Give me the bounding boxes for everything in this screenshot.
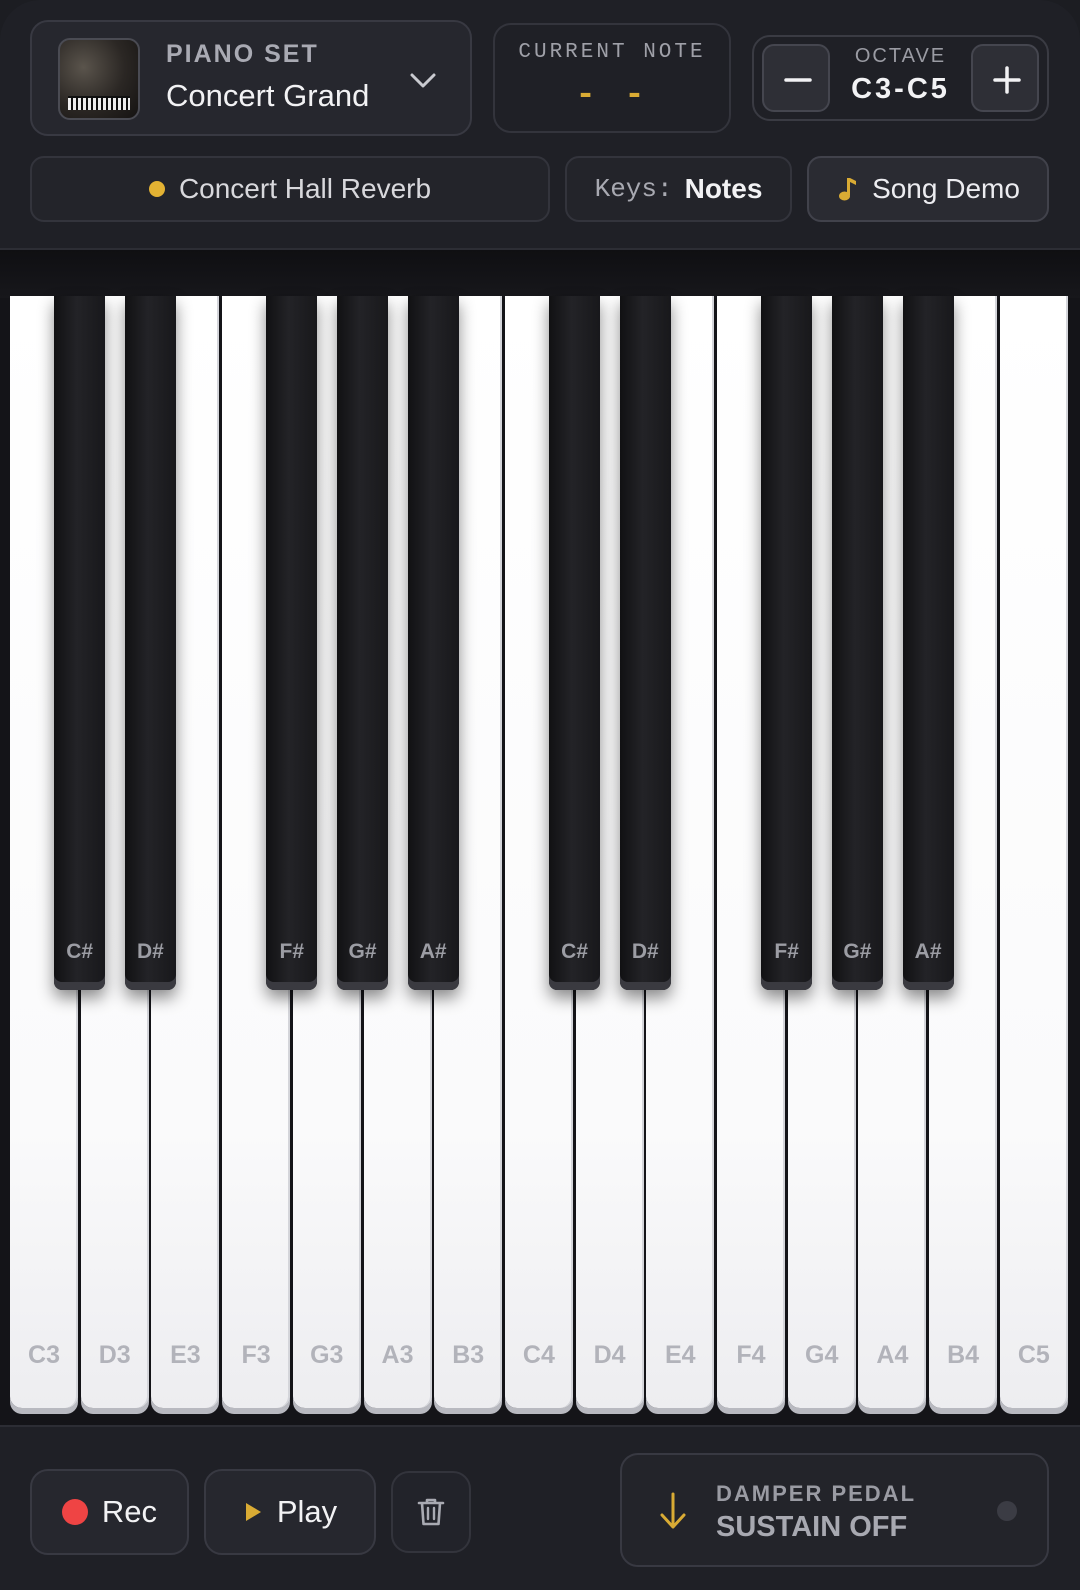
white-key-label: A4 [876,1341,909,1369]
octave-up-button[interactable] [971,44,1039,112]
keybed [0,250,1080,298]
octave-down-button[interactable] [762,44,830,112]
trash-icon [417,1498,445,1526]
black-key[interactable]: D# [619,296,671,990]
current-note-label: CURRENT NOTE [518,41,706,64]
black-key[interactable]: C# [549,296,601,990]
octave-value: C3-C5 [851,73,950,105]
pedal-status-led [997,1501,1017,1521]
black-key-label: D# [136,940,164,963]
white-key-label: F4 [736,1341,766,1369]
white-key-label: A3 [381,1341,414,1369]
black-key-label: F# [774,940,799,963]
black-key[interactable]: G# [337,296,388,990]
white-key-label: B4 [947,1341,980,1369]
record-icon [61,1499,88,1525]
piano-set-selector[interactable]: PIANO SET Concert Grand [30,20,472,136]
reverb-status-dot [148,181,165,197]
white-key-label: F3 [241,1341,271,1369]
black-key-label: A# [419,940,447,963]
black-key-label: A# [914,940,942,963]
black-key[interactable]: G# [831,296,883,990]
play-label: Play [276,1494,338,1529]
damper-pedal-label: DAMPER PEDAL [716,1481,917,1506]
current-note-value: - - [575,77,649,115]
white-key-label: C5 [1017,1341,1050,1369]
piano-app: PIANO SET Concert Grand CURRENT NOTE - -… [0,0,1080,1590]
white-key-label: E4 [665,1341,696,1369]
keys-label: Keys: [594,174,673,204]
damper-pedal-value: SUSTAIN OFF [716,1511,908,1543]
black-key[interactable]: D# [124,296,176,990]
arrow-down-icon [660,1492,686,1529]
black-key-label: C# [561,940,589,963]
minus-icon [784,78,812,82]
piano-set-label: PIANO SET [166,40,319,68]
black-key[interactable]: F# [761,296,813,990]
keys-value: Notes [684,173,763,204]
reverb-toggle[interactable]: Concert Hall Reverb [30,156,550,222]
white-key-label: C3 [28,1341,60,1369]
chevron-down-icon [410,73,436,88]
white-key-label: E3 [170,1341,201,1369]
piano-thumbnail [58,38,140,120]
key-labels-toggle[interactable]: Keys: Notes [565,156,792,222]
black-key[interactable]: A# [407,296,459,990]
white-key-label: G3 [310,1341,344,1369]
white-key[interactable]: C5 [999,296,1068,1408]
white-key-label: C4 [522,1341,555,1369]
plus-icon [993,66,1021,94]
black-key-label: C# [66,940,94,963]
white-key-label: D3 [98,1341,131,1369]
current-note-display: CURRENT NOTE - - [493,23,731,133]
white-key-label: B3 [452,1341,485,1369]
black-key-label: G# [348,940,377,963]
reverb-label: Concert Hall Reverb [178,173,432,204]
control-panel: PIANO SET Concert Grand CURRENT NOTE - -… [0,0,1080,250]
octave-control: OCTAVE C3-C5 [752,35,1049,121]
delete-recording-button[interactable] [391,1471,471,1553]
record-button[interactable]: Rec [30,1469,189,1555]
white-key-label: D4 [593,1341,626,1369]
transport-bar: Rec Play DAMPER PEDAL SUSTAIN OFF [0,1425,1080,1590]
black-key-label: D# [631,940,659,963]
damper-pedal-toggle[interactable]: DAMPER PEDAL SUSTAIN OFF [620,1453,1049,1567]
black-key-label: F# [279,940,305,963]
play-icon [245,1503,261,1521]
song-demo-button[interactable]: Song Demo [807,156,1049,222]
black-key-label: G# [843,940,872,963]
black-key[interactable]: A# [902,296,954,990]
music-note-icon [839,178,857,201]
octave-label: OCTAVE [854,45,947,67]
piano-set-value: Concert Grand [166,78,370,113]
play-button[interactable]: Play [204,1469,376,1555]
record-label: Rec [101,1494,158,1529]
black-key[interactable]: C# [54,296,106,990]
song-demo-label: Song Demo [872,173,1020,204]
black-key[interactable]: F# [266,296,318,990]
white-key-label: G4 [805,1341,839,1369]
